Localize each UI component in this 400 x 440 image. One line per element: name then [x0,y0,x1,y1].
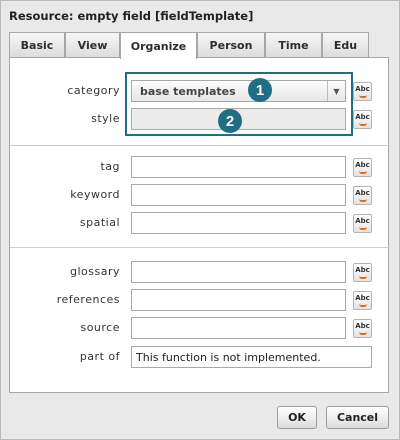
source-input[interactable] [131,317,346,339]
tab-time[interactable]: Time [265,32,322,57]
part-of-row: part of This function is not implemented… [10,346,390,370]
glossary-row: glossary Abc [10,261,390,285]
tab-person[interactable]: Person [197,32,265,57]
marker-1: 1 [248,78,272,102]
resource-dialog: Resource: empty field [fieldTemplate] Ba… [0,0,400,440]
spellcheck-icon[interactable]: Abc [353,186,372,205]
chevron-down-icon[interactable]: ▼ [327,81,345,101]
tab-bar: Basic View Organize Person Time Edu [9,32,389,59]
spatial-row: spatial Abc [10,212,390,236]
tag-input[interactable] [131,156,346,178]
keyword-label: keyword [70,188,120,201]
spellcheck-icon[interactable]: Abc [353,158,372,177]
spellcheck-icon[interactable]: Abc [353,319,372,338]
source-label: source [80,321,120,334]
tag-row: tag Abc [10,156,390,180]
spellcheck-icon[interactable]: Abc [353,82,372,101]
keyword-row: keyword Abc [10,184,390,208]
organize-panel: category base templates ▼ Abc style Abc … [9,57,390,393]
tab-basic[interactable]: Basic [9,32,65,57]
references-label: references [56,293,120,306]
keyword-input[interactable] [131,184,346,206]
spellcheck-icon[interactable]: Abc [353,291,372,310]
references-row: references Abc [10,289,390,313]
spatial-input[interactable] [131,212,346,234]
source-row: source Abc [10,317,390,341]
divider [10,145,390,146]
category-value: base templates [140,85,236,98]
style-row: style Abc [10,108,390,132]
category-label: category [67,84,120,97]
ok-button[interactable]: OK [277,406,317,429]
references-input[interactable] [131,289,346,311]
tab-edu[interactable]: Edu [322,32,369,57]
glossary-input[interactable] [131,261,346,283]
spatial-label: spatial [79,216,120,229]
marker-2: 2 [218,109,242,133]
cancel-button[interactable]: Cancel [326,406,389,429]
dialog-title: Resource: empty field [fieldTemplate] [9,9,254,23]
part-of-label: part of [79,350,120,363]
divider [10,247,390,248]
category-select[interactable]: base templates ▼ [131,80,346,102]
spellcheck-icon[interactable]: Abc [353,214,372,233]
tab-view[interactable]: View [65,32,120,57]
style-label: style [91,112,120,125]
spellcheck-icon[interactable]: Abc [353,263,372,282]
category-row: category base templates ▼ Abc [10,80,390,104]
tag-label: tag [100,160,120,173]
tab-organize[interactable]: Organize [120,32,197,59]
glossary-label: glossary [69,265,120,278]
spellcheck-icon[interactable]: Abc [353,110,372,129]
part-of-field[interactable]: This function is not implemented. [131,346,372,368]
